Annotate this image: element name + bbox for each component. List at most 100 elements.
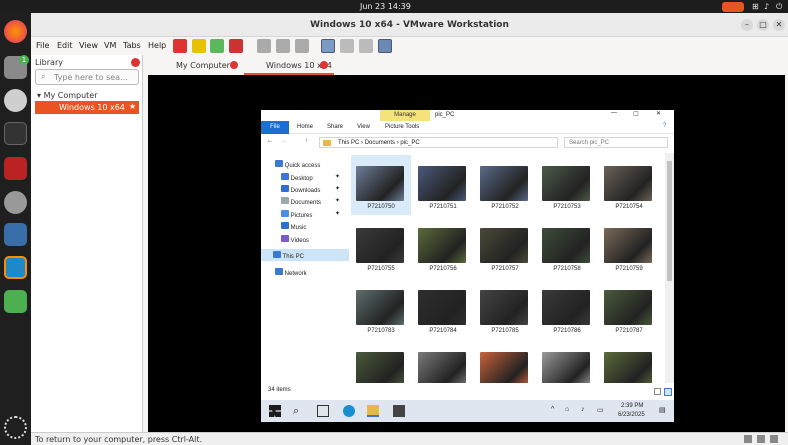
file-item[interactable]: P7210752 <box>475 155 535 215</box>
nav-music[interactable]: Music <box>281 222 306 231</box>
help-icon[interactable]: ? <box>663 123 666 129</box>
restart-icon[interactable] <box>229 39 243 53</box>
fullscreen-icon[interactable] <box>359 39 373 53</box>
search-icon[interactable]: ⌕ <box>293 405 305 417</box>
file-item[interactable]: P7210751 <box>413 155 473 215</box>
up-icon[interactable]: ↑ <box>305 138 308 144</box>
breadcrumb-pic-pc[interactable]: pic_PC <box>400 140 419 146</box>
record-indicator[interactable] <box>722 2 744 12</box>
ribbon-context-manage[interactable]: Manage <box>380 110 430 121</box>
nav-videos[interactable]: Videos <box>281 235 309 244</box>
menu-tabs[interactable]: Tabs <box>123 41 141 50</box>
file-item[interactable]: P7210759 <box>599 217 659 277</box>
menu-view[interactable]: View <box>79 41 98 50</box>
ribbon-tab-file[interactable]: File <box>261 121 289 134</box>
address-bar[interactable]: This PC › Documents › pic_PC <box>319 137 558 148</box>
tray-chevron-icon[interactable]: ^ <box>551 406 554 413</box>
taskbar-time[interactable]: 2:39 PM <box>621 403 643 409</box>
task-view-icon[interactable] <box>317 405 329 417</box>
large-icons-view-icon[interactable] <box>664 388 672 396</box>
explorer-search-input[interactable]: Search pic_PC <box>564 137 668 148</box>
tab-windows-10[interactable]: Windows 10 x64 <box>244 57 334 75</box>
monitor-icon[interactable] <box>4 223 27 246</box>
nav-downloads[interactable]: Downloads <box>281 185 320 194</box>
file-item[interactable]: P7210784 <box>413 279 473 339</box>
ribbon-tab-share[interactable]: Share <box>327 124 343 130</box>
ribbon-tab-view[interactable]: View <box>357 124 370 130</box>
file-item[interactable]: P7210786 <box>537 279 597 339</box>
apps-grid-icon[interactable] <box>4 416 27 439</box>
nav-desktop[interactable]: Desktop <box>281 173 313 182</box>
details-view-icon[interactable] <box>654 388 661 395</box>
chat-icon[interactable] <box>4 89 27 112</box>
file-item[interactable]: P7210750 <box>351 155 411 215</box>
forward-icon[interactable]: → <box>281 138 287 144</box>
close-icon[interactable]: ✕ <box>773 19 785 31</box>
file-item[interactable] <box>599 341 659 383</box>
nav-pictures[interactable]: Pictures <box>281 210 312 219</box>
unity-icon[interactable] <box>378 39 392 53</box>
file-item[interactable] <box>413 341 473 383</box>
snapshot-icon[interactable] <box>257 39 271 53</box>
power-icon[interactable]: ⏻ <box>776 2 782 12</box>
ribbon-tab-home[interactable]: Home <box>297 124 313 130</box>
tab-close-icon[interactable] <box>230 61 238 69</box>
menu-file[interactable]: File <box>36 41 49 50</box>
file-item[interactable]: P7210757 <box>475 217 535 277</box>
favorite-star-icon[interactable]: ★ <box>129 102 136 111</box>
terminal-icon[interactable] <box>4 122 27 145</box>
device-network-icon[interactable] <box>757 435 765 443</box>
back-icon[interactable]: ← <box>267 138 273 144</box>
vm-node-selected[interactable]: Windows 10 x64 ★ <box>35 101 139 114</box>
device-printer-icon[interactable] <box>744 435 752 443</box>
snapshot-manager-icon[interactable] <box>295 39 309 53</box>
clock[interactable]: Jun 23 14:39 <box>360 2 411 11</box>
file-item[interactable]: P7210785 <box>475 279 535 339</box>
edge-icon[interactable] <box>343 405 355 417</box>
explorer-minimize-icon[interactable]: — <box>611 110 617 116</box>
menu-edit[interactable]: Edit <box>57 41 73 50</box>
file-item[interactable] <box>475 341 535 383</box>
device-usb-icon[interactable] <box>770 435 778 443</box>
taskbar-date[interactable]: 6/23/2025 <box>618 412 645 418</box>
scroll-thumb[interactable] <box>667 161 672 281</box>
file-item[interactable]: P7210787 <box>599 279 659 339</box>
file-item[interactable]: P7210754 <box>599 155 659 215</box>
vm-console[interactable]: Manage pic_PC — ▢ ✕ File Home Share View… <box>148 75 785 432</box>
nav-documents[interactable]: Documents <box>281 197 321 206</box>
menu-help[interactable]: Help <box>148 41 166 50</box>
minimize-icon[interactable]: – <box>741 19 753 31</box>
pause-icon[interactable] <box>192 39 206 53</box>
sidebar-toggle-icon[interactable] <box>321 39 335 53</box>
stop-icon[interactable] <box>173 39 187 53</box>
recycle-icon[interactable] <box>4 290 27 313</box>
file-item[interactable]: P7210753 <box>537 155 597 215</box>
explorer-maximize-icon[interactable]: ▢ <box>633 110 639 117</box>
vertical-scrollbar[interactable] <box>665 153 674 383</box>
play-icon[interactable] <box>210 39 224 53</box>
file-item[interactable]: P7210756 <box>413 217 473 277</box>
notification-icon[interactable]: ▤ <box>659 406 666 414</box>
nav-network[interactable]: Network <box>275 268 307 277</box>
mail-icon[interactable] <box>393 405 405 417</box>
windows-start-icon[interactable] <box>269 405 281 417</box>
nav-this-pc[interactable]: This PC <box>261 249 349 261</box>
disk-icon[interactable] <box>4 191 27 214</box>
revert-snapshot-icon[interactable] <box>276 39 290 53</box>
file-item[interactable]: P7210758 <box>537 217 597 277</box>
thumbnail-icon[interactable] <box>340 39 354 53</box>
tab-my-computer[interactable]: My Computer <box>154 57 240 75</box>
file-explorer-icon[interactable] <box>367 405 379 417</box>
vmware-icon[interactable] <box>4 256 27 279</box>
network-icon[interactable]: ⊞ <box>752 2 759 11</box>
file-item[interactable] <box>537 341 597 383</box>
file-item[interactable]: P7210783 <box>351 279 411 339</box>
breadcrumb-documents[interactable]: Documents <box>365 140 395 146</box>
file-item[interactable]: P7210755 <box>351 217 411 277</box>
explorer-close-icon[interactable]: ✕ <box>656 110 661 117</box>
library-close-icon[interactable] <box>131 58 140 67</box>
ribbon-tab-picture-tools[interactable]: Picture Tools <box>385 124 419 130</box>
tab-close-icon[interactable] <box>320 61 328 69</box>
tray-network-status-icon[interactable]: ▭ <box>597 406 604 414</box>
breadcrumb-this-pc[interactable]: This PC <box>338 140 359 146</box>
